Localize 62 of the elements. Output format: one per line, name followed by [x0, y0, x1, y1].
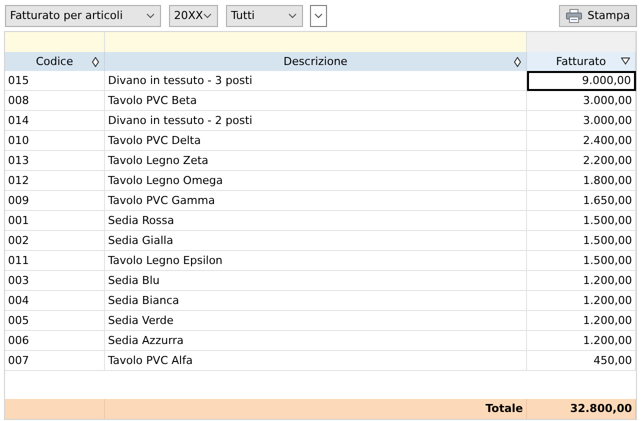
table-cell: 002 — [5, 231, 105, 251]
column-header[interactable]: Codice — [5, 52, 105, 71]
table-cell: Tavolo PVC Gamma — [105, 191, 527, 211]
table-cell: 1.200,00 — [527, 271, 636, 291]
table-cell: Sedia Azzurra — [105, 331, 527, 351]
table-cell: 3.000,00 — [527, 111, 636, 131]
table-cell: Tavolo Legno Epsilon — [105, 251, 527, 271]
table-cell: 004 — [5, 291, 105, 311]
table-cell: 3.000,00 — [527, 91, 636, 111]
filter-cell[interactable] — [105, 32, 527, 52]
table-cell: Sedia Verde — [105, 311, 527, 331]
column-header[interactable]: Fatturato — [527, 52, 636, 71]
dropdown[interactable]: 20XX — [169, 4, 218, 26]
table-cell: 1.800,00 — [527, 171, 636, 191]
column-header[interactable]: Descrizione — [105, 52, 527, 71]
table-cell: 1.500,00 — [527, 231, 636, 251]
table-cell: 007 — [5, 351, 105, 371]
table-cell: 2.200,00 — [527, 151, 636, 171]
table-cell: Tavolo PVC Delta — [105, 131, 527, 151]
table-cell: 003 — [5, 271, 105, 291]
total-value: 32.800,00 — [527, 399, 636, 419]
table-cell: 014 — [5, 111, 105, 131]
table-cell: Divano in tessuto - 2 posti — [105, 111, 527, 131]
table-cell: 011 — [5, 251, 105, 271]
dropdown[interactable] — [310, 4, 327, 26]
table-cell: 006 — [5, 331, 105, 351]
chevron-down-icon — [288, 12, 297, 18]
filter-cell[interactable] — [5, 32, 105, 52]
print-button[interactable]: Stampa — [558, 4, 637, 26]
table-cell: 015 — [5, 71, 105, 91]
table-cell: Sedia Rossa — [105, 211, 527, 231]
printer-icon — [566, 8, 582, 22]
table-cell: 450,00 — [527, 351, 636, 371]
dropdown[interactable]: Fatturato per articoli — [5, 4, 161, 26]
dropdown[interactable]: Tutti — [226, 4, 303, 26]
chevron-down-icon — [146, 12, 155, 18]
table-cell: 1.200,00 — [527, 311, 636, 331]
table-cell: 005 — [5, 311, 105, 331]
table-cell: 1.650,00 — [527, 191, 636, 211]
table-cell: Sedia Bianca — [105, 291, 527, 311]
chevron-down-icon — [203, 12, 212, 18]
table-cell: 1.500,00 — [527, 211, 636, 231]
table-cell: Divano in tessuto - 3 posti — [105, 71, 527, 91]
table-cell: 1.200,00 — [527, 291, 636, 311]
table-cell: Tavolo Legno Zeta — [105, 151, 527, 171]
table-cell: 009 — [5, 191, 105, 211]
table-cell: 001 — [5, 211, 105, 231]
table-cell: Tavolo PVC Alfa — [105, 351, 527, 371]
table-cell: 1.500,00 — [527, 251, 636, 271]
table-cell: Tavolo PVC Beta — [105, 91, 527, 111]
table-cell: Tavolo Legno Omega — [105, 171, 527, 191]
table-cell: 1.200,00 — [527, 331, 636, 351]
table-cell: 012 — [5, 171, 105, 191]
table-cell: 008 — [5, 91, 105, 111]
chevron-down-icon — [314, 12, 323, 18]
table-cell: 010 — [5, 131, 105, 151]
table-cell: 013 — [5, 151, 105, 171]
table-cell: 9.000,00 — [527, 71, 636, 91]
table-cell: 2.400,00 — [527, 131, 636, 151]
table-cell: Sedia Gialla — [105, 231, 527, 251]
total-label: Totale — [105, 399, 527, 419]
table-cell: Sedia Blu — [105, 271, 527, 291]
